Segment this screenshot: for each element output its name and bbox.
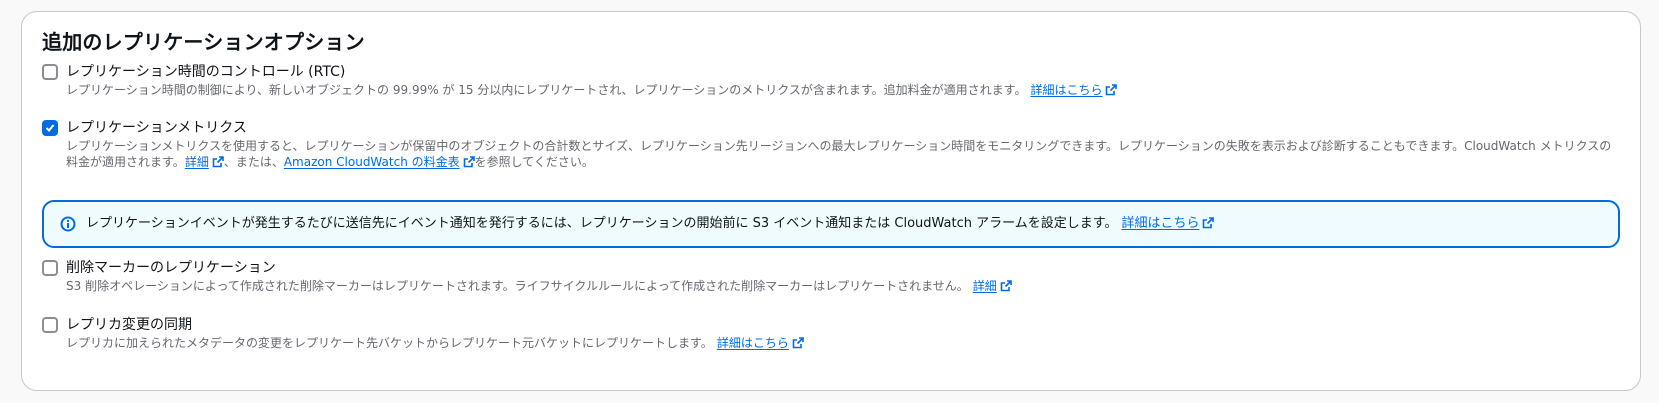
rtc-checkbox[interactable] bbox=[42, 64, 58, 80]
info-alert: レプリケーションイベントが発生するたびに送信先にイベント通知を発行するには、レプ… bbox=[42, 200, 1620, 248]
info-alert-text: レプリケーションイベントが発生するたびに送信先にイベント通知を発行するには、レプ… bbox=[86, 215, 1215, 233]
option-replica-modification-sync: レプリカ変更の同期 レプリカに加えられたメタデータの変更をレプリケート先バケット… bbox=[42, 315, 1620, 355]
option-rtc: レプリケーション時間のコントロール (RTC) レプリケーション時間の制御により… bbox=[42, 62, 1620, 102]
delete-marker-details-link[interactable]: 詳細 bbox=[973, 279, 1012, 293]
replica-sync-learn-more-text: 詳細はこちら bbox=[716, 336, 789, 350]
external-link-icon bbox=[792, 337, 804, 349]
rtc-description: レプリケーション時間の制御により、新しいオブジェクトの 99.99% が 15 … bbox=[66, 82, 1620, 98]
cloudwatch-pricing-text: Amazon CloudWatch の料金表 bbox=[283, 155, 460, 169]
delete-marker-description-text: S3 削除オペレーションによって作成された削除マーカーはレプリケートされます。ラ… bbox=[66, 279, 969, 293]
delete-marker-label: 削除マーカーのレプリケーション bbox=[66, 260, 276, 276]
replication-metrics-checkbox[interactable] bbox=[42, 120, 58, 136]
replication-metrics-details-text: 詳細 bbox=[184, 155, 209, 169]
replication-metrics-details-link[interactable]: 詳細 bbox=[185, 155, 224, 169]
replication-metrics-connector-text: 、または、 bbox=[223, 155, 284, 169]
replica-sync-checkbox[interactable] bbox=[42, 317, 58, 333]
delete-marker-checkbox[interactable] bbox=[42, 260, 58, 276]
option-replication-metrics: レプリケーションメトリクス レプリケーションメトリクスを使用すると、レプリケーシ… bbox=[42, 118, 1620, 178]
rtc-label: レプリケーション時間のコントロール (RTC) bbox=[66, 64, 346, 80]
delete-marker-details-text: 詳細 bbox=[972, 279, 997, 293]
replication-metrics-label: レプリケーションメトリクス bbox=[66, 120, 247, 136]
external-link-icon bbox=[1000, 280, 1012, 292]
additional-replication-options-panel: 追加のレプリケーションオプション レプリケーション時間のコントロール (RTC)… bbox=[21, 11, 1641, 391]
info-icon bbox=[60, 216, 76, 232]
external-link-icon bbox=[1203, 217, 1215, 229]
replica-sync-label: レプリカ変更の同期 bbox=[66, 317, 192, 333]
rtc-description-text: レプリケーション時間の制御により、新しいオブジェクトの 99.99% が 15 … bbox=[66, 83, 1027, 97]
panel-title: 追加のレプリケーションオプション bbox=[42, 30, 365, 54]
rtc-learn-more-link[interactable]: 詳細はこちら bbox=[1030, 83, 1118, 97]
rtc-learn-more-text: 詳細はこちら bbox=[1030, 83, 1103, 97]
checkmark-icon bbox=[45, 124, 55, 132]
delete-marker-description: S3 削除オペレーションによって作成された削除マーカーはレプリケートされます。ラ… bbox=[66, 278, 1620, 294]
replica-sync-description-text: レプリカに加えられたメタデータの変更をレプリケート先バケットからレプリケート元バ… bbox=[66, 336, 713, 350]
external-link-icon bbox=[212, 156, 224, 168]
replication-metrics-description: レプリケーションメトリクスを使用すると、レプリケーションが保留中のオブジェクトの… bbox=[66, 138, 1620, 170]
replica-sync-learn-more-link[interactable]: 詳細はこちら bbox=[717, 336, 804, 350]
external-link-icon bbox=[463, 156, 475, 168]
cloudwatch-pricing-link[interactable]: Amazon CloudWatch の料金表 bbox=[284, 155, 475, 169]
external-link-icon bbox=[1106, 84, 1118, 96]
info-alert-learn-more-text: 詳細はこちら bbox=[1121, 216, 1200, 231]
replication-metrics-tail-text: を参照してください。 bbox=[474, 155, 594, 169]
info-alert-message: レプリケーションイベントが発生するたびに送信先にイベント通知を発行するには、レプ… bbox=[86, 216, 1118, 231]
option-delete-marker-replication: 削除マーカーのレプリケーション S3 削除オペレーションによって作成された削除マ… bbox=[42, 258, 1620, 298]
replica-sync-description: レプリカに加えられたメタデータの変更をレプリケート先バケットからレプリケート元バ… bbox=[66, 335, 1620, 351]
info-alert-learn-more-link[interactable]: 詳細はこちら bbox=[1121, 216, 1215, 231]
